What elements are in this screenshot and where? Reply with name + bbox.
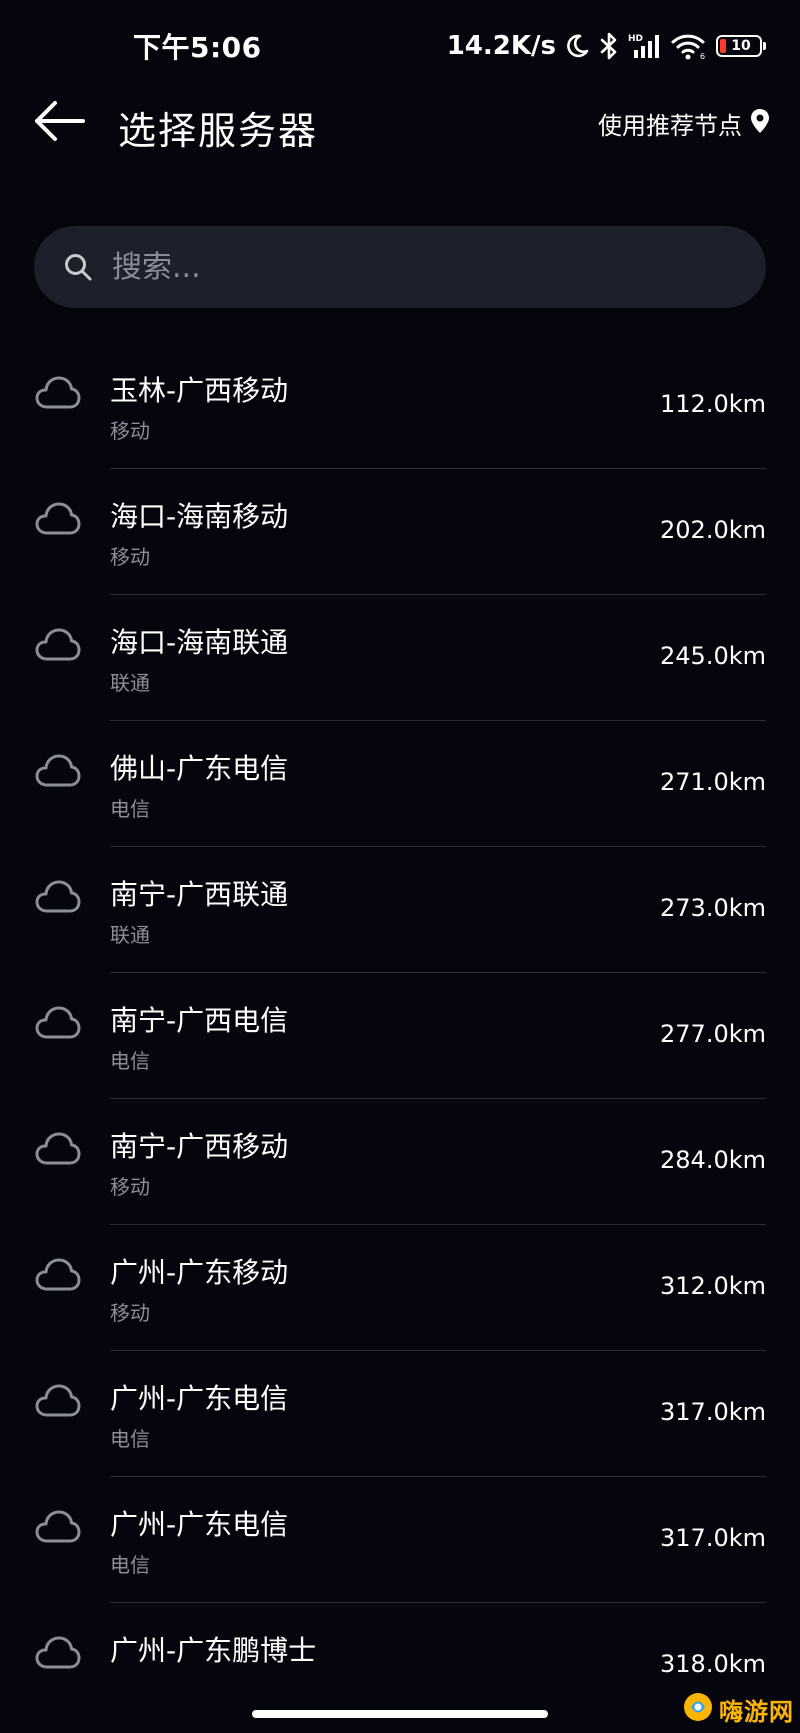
server-distance: 271.0km: [660, 768, 766, 796]
cloud-icon: [34, 1507, 82, 1547]
cloud-icon: [34, 1255, 82, 1295]
server-list-item[interactable]: 广州-广东电信 电信 317.0km: [0, 1351, 800, 1477]
server-isp: 联通: [110, 671, 150, 695]
header: 选择服务器 使用推荐节点: [0, 92, 800, 220]
server-distance: 284.0km: [660, 1146, 766, 1174]
server-name: 广州-广东鹏博士: [110, 1634, 317, 1667]
server-list-item[interactable]: 佛山-广东电信 电信 271.0km: [0, 721, 800, 847]
server-distance: 318.0km: [660, 1650, 766, 1673]
home-indicator[interactable]: [252, 1710, 548, 1718]
server-isp: 移动: [110, 1175, 150, 1199]
server-list-item[interactable]: 广州-广东移动 移动 312.0km: [0, 1225, 800, 1351]
search-input[interactable]: [110, 248, 714, 286]
server-name: 广州-广东电信: [110, 1382, 289, 1415]
server-name: 玉林-广西移动: [110, 374, 289, 407]
server-list: 玉林-广西移动 移动 112.0km 海口-海南移动 移动 202.0km 海口…: [0, 343, 800, 1673]
cloud-icon: [34, 1633, 82, 1673]
back-button[interactable]: [28, 92, 90, 154]
server-isp: 电信: [110, 1553, 150, 1577]
search-icon: [60, 249, 96, 285]
cloud-icon: [34, 625, 82, 665]
cloud-icon: [34, 1003, 82, 1043]
cloud-icon: [34, 1381, 82, 1421]
status-bar: 下午5:06 14.2K/s HD 6 10: [0, 0, 800, 92]
moon-icon: [564, 33, 590, 59]
arrow-left-icon: [31, 97, 87, 149]
server-list-item[interactable]: 南宁-广西电信 电信 277.0km: [0, 973, 800, 1099]
server-distance: 273.0km: [660, 894, 766, 922]
server-name: 佛山-广东电信: [110, 752, 289, 785]
svg-text:HD: HD: [628, 34, 643, 44]
server-name: 南宁-广西移动: [110, 1130, 289, 1163]
battery-icon: 10: [716, 35, 766, 57]
server-name: 广州-广东电信: [110, 1508, 289, 1541]
wifi-icon: 6: [670, 32, 708, 60]
network-speed: 14.2K/s: [446, 31, 556, 61]
server-isp: 移动: [110, 419, 150, 443]
server-distance: 112.0km: [660, 390, 766, 418]
server-isp: 移动: [110, 1301, 150, 1325]
recommend-label: 使用推荐节点: [598, 112, 742, 140]
server-distance: 277.0km: [660, 1020, 766, 1048]
server-isp: 电信: [110, 1049, 150, 1073]
use-recommended-node-button[interactable]: 使用推荐节点: [598, 106, 770, 141]
server-list-item[interactable]: 广州-广东电信 电信 317.0km: [0, 1477, 800, 1603]
watermark: 嗨游网: [681, 1690, 794, 1728]
server-list-item[interactable]: 海口-海南移动 移动 202.0km: [0, 469, 800, 595]
server-list-item[interactable]: 南宁-广西联通 联通 273.0km: [0, 847, 800, 973]
cloud-icon: [34, 877, 82, 917]
watermark-text: 嗨游网: [719, 1697, 794, 1726]
cloud-icon: [34, 751, 82, 791]
server-list-item[interactable]: 玉林-广西移动 移动 112.0km: [0, 343, 800, 469]
status-time: 下午5:06: [133, 31, 262, 64]
search-bar[interactable]: [34, 226, 766, 308]
server-isp: 电信: [110, 797, 150, 821]
server-isp: 移动: [110, 545, 150, 569]
server-isp: 联通: [110, 923, 150, 947]
server-list-item[interactable]: 海口-海南联通 联通 245.0km: [0, 595, 800, 721]
server-isp: 电信: [110, 1427, 150, 1451]
watermark-logo-icon: [681, 1690, 715, 1728]
cloud-icon: [34, 1129, 82, 1169]
status-icons: 14.2K/s HD 6 10: [446, 28, 766, 64]
bluetooth-icon: [598, 32, 620, 60]
server-name: 海口-海南移动: [110, 500, 289, 533]
page-title: 选择服务器: [118, 109, 319, 153]
battery-level: 10: [731, 38, 751, 54]
server-distance: 317.0km: [660, 1398, 766, 1426]
server-distance: 245.0km: [660, 642, 766, 670]
server-name: 广州-广东移动: [110, 1256, 289, 1289]
signal-hd-icon: HD: [628, 32, 662, 60]
server-distance: 202.0km: [660, 516, 766, 544]
server-name: 海口-海南联通: [110, 626, 289, 659]
svg-text:6: 6: [700, 52, 705, 60]
server-distance: 317.0km: [660, 1524, 766, 1552]
location-pin-icon: [750, 108, 770, 140]
cloud-icon: [34, 499, 82, 539]
server-list-item[interactable]: 南宁-广西移动 移动 284.0km: [0, 1099, 800, 1225]
server-list-item[interactable]: 广州-广东鹏博士 318.0km: [0, 1603, 800, 1673]
cloud-icon: [34, 373, 82, 413]
server-name: 南宁-广西电信: [110, 1004, 289, 1037]
server-name: 南宁-广西联通: [110, 878, 289, 911]
server-distance: 312.0km: [660, 1272, 766, 1300]
